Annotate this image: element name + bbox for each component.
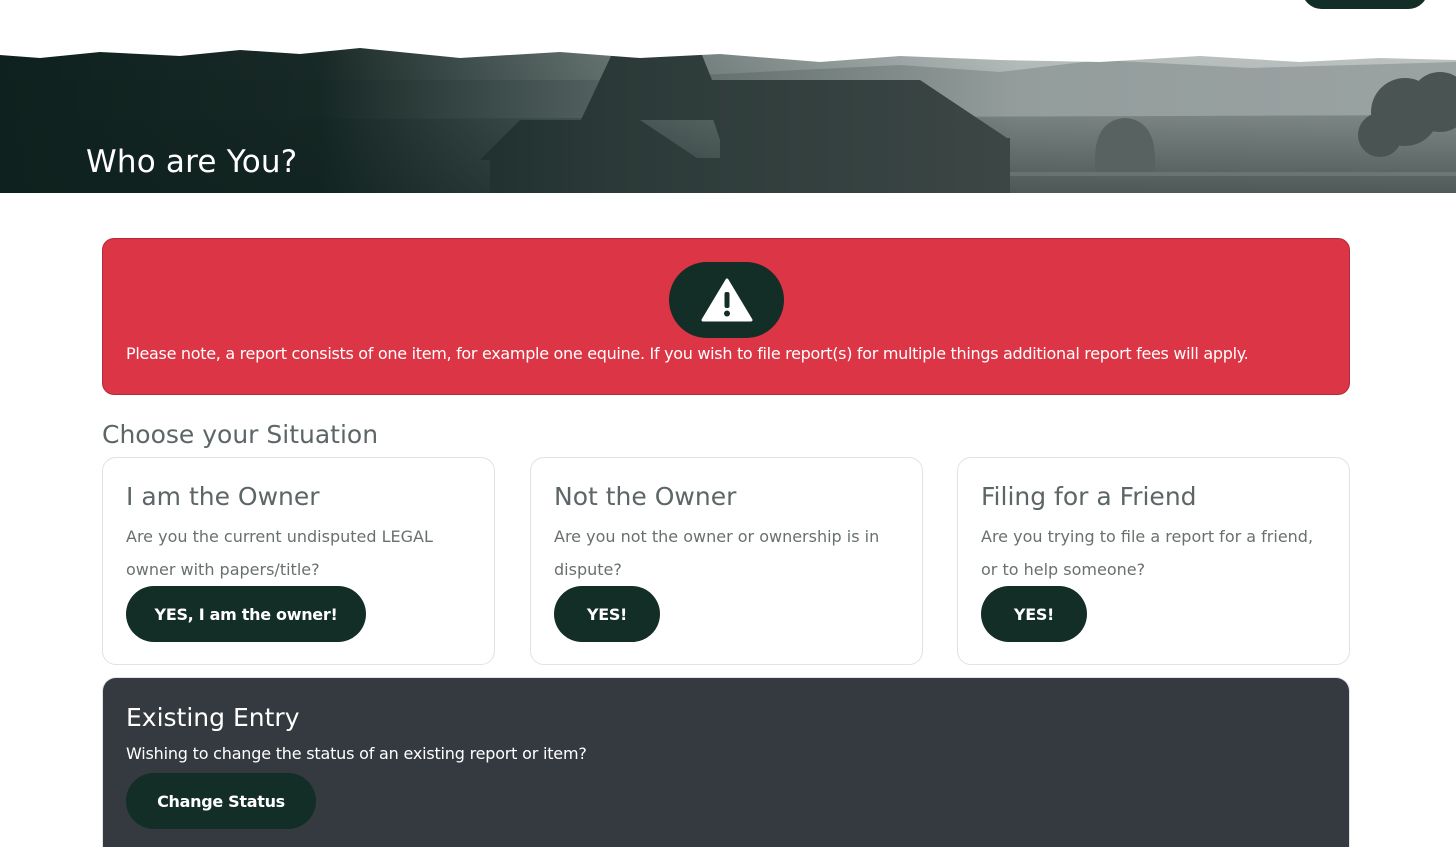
card-text: Are you trying to file a report for a fr… xyxy=(981,527,1314,579)
hero-banner: Who are You? xyxy=(0,40,1456,193)
card-title: Not the Owner xyxy=(554,482,737,511)
nav-button[interactable] xyxy=(1302,0,1428,9)
notice-alert: Please note, a report consists of one it… xyxy=(102,238,1350,395)
card-text: Are you the current undisputed LEGAL own… xyxy=(126,527,433,579)
existing-entry-title: Existing Entry xyxy=(126,703,300,732)
page-title: Who are You? xyxy=(86,144,298,180)
card-text: Are you not the owner or ownership is in… xyxy=(554,527,880,579)
alert-badge xyxy=(669,262,784,338)
section-heading: Choose your Situation xyxy=(102,420,379,449)
card-title: Filing for a Friend xyxy=(981,482,1197,511)
card-title: I am the Owner xyxy=(126,482,320,511)
change-status-button[interactable]: Change Status xyxy=(126,773,316,829)
existing-entry-text: Wishing to change the status of an exist… xyxy=(126,744,587,763)
existing-entry-panel: Existing Entry Wishing to change the sta… xyxy=(102,677,1350,847)
not-owner-yes-button[interactable]: YES! xyxy=(554,586,660,642)
friend-yes-button[interactable]: YES! xyxy=(981,586,1087,642)
owner-yes-button[interactable]: YES, I am the owner! xyxy=(126,586,366,642)
alert-message: Please note, a report consists of one it… xyxy=(126,344,1249,363)
card-owner: I am the Owner Are you the current undis… xyxy=(102,457,495,665)
card-friend: Filing for a Friend Are you trying to fi… xyxy=(957,457,1350,665)
card-not-owner: Not the Owner Are you not the owner or o… xyxy=(530,457,923,665)
warning-triangle-icon xyxy=(701,278,752,322)
